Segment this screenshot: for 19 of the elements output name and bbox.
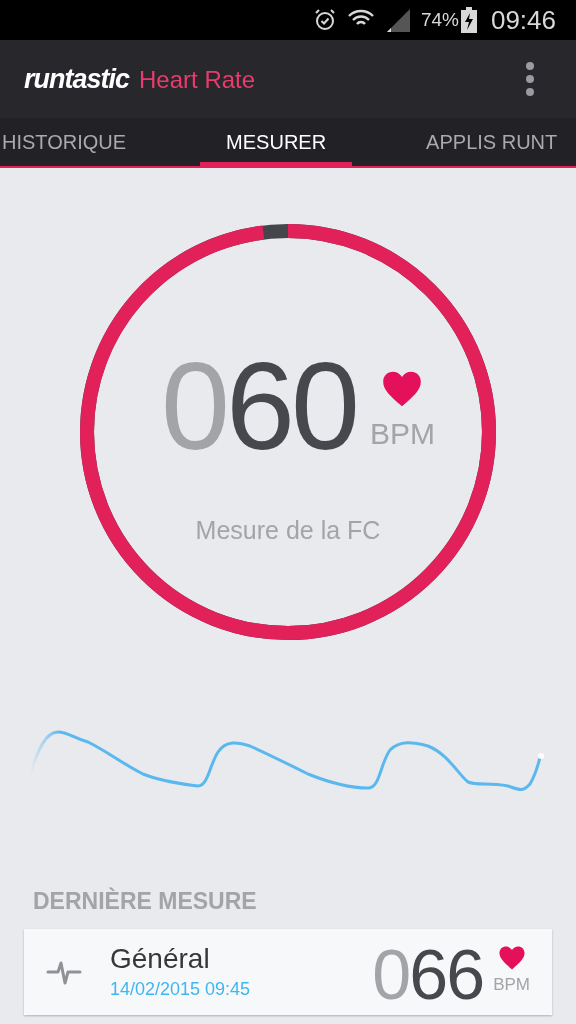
tab[interactable]: APPLIS RUNT [400, 118, 576, 166]
heart-icon [381, 371, 424, 408]
measure-name: Général [110, 941, 211, 976]
tab[interactable]: HISTORIQUE [0, 118, 153, 166]
tab[interactable]: MESURER [200, 118, 353, 166]
battery-charging-icon [460, 7, 477, 33]
measure-datetime: 14/02/2015 09:45 [110, 977, 252, 1001]
clock: 09:46 [490, 3, 556, 37]
last-measure-card[interactable]: Général 14/02/2015 09:45 066 BPM [24, 928, 552, 1015]
last-bpm-reading: 066 [372, 939, 484, 1010]
app-logo: runtastic [24, 62, 130, 96]
bpm-reading: 060 [161, 344, 356, 469]
section-heading: DERNIÈRE MESURE [33, 886, 258, 916]
unit-label: BPM [369, 416, 435, 453]
app-title: Heart Rate [139, 64, 256, 95]
measure-caption: Mesure de la FC [195, 515, 381, 547]
heart-icon [497, 945, 526, 970]
battery-percent: 74% [420, 7, 459, 32]
unit-label: BPM [493, 973, 530, 996]
